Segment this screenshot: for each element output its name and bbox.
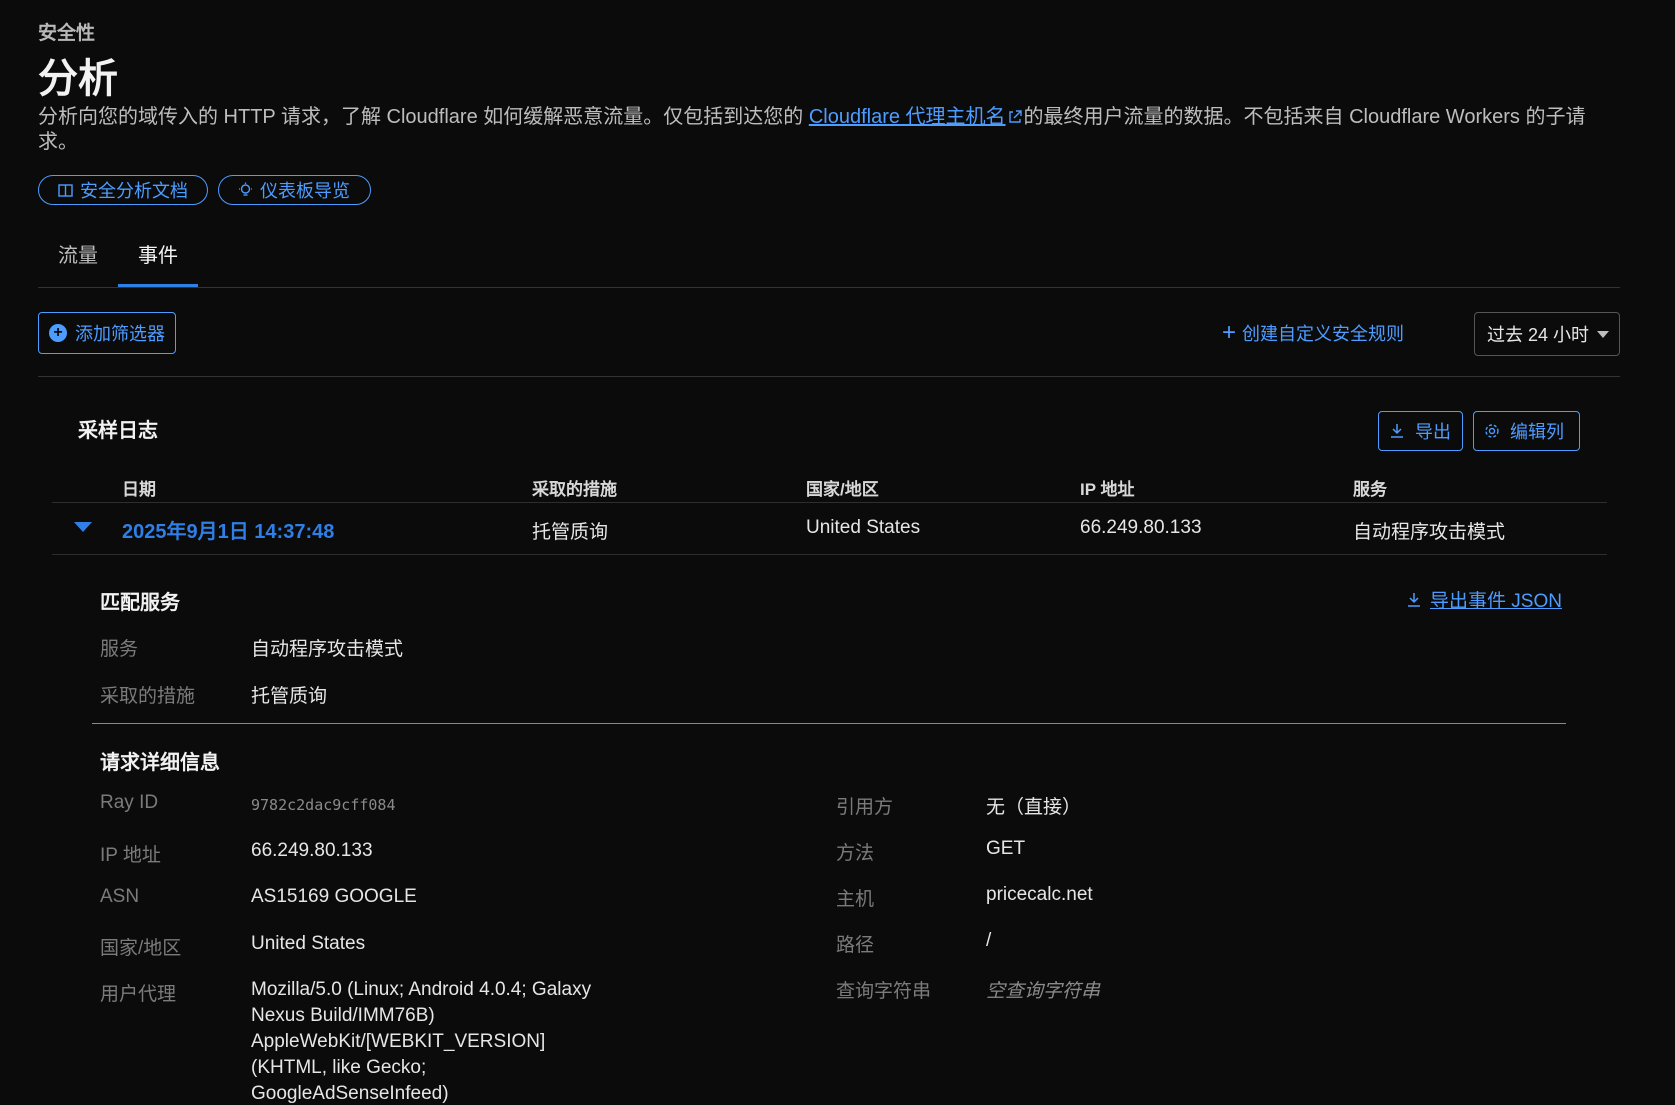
column-header-country[interactable]: 国家/地区 bbox=[806, 475, 879, 500]
sampled-logs-title: 采样日志 bbox=[78, 420, 158, 442]
security-analytics-page: 安全性 分析 分析向您的域传入的 HTTP 请求，了解 Cloudflare 如… bbox=[0, 0, 1675, 1105]
external-link-icon bbox=[1008, 110, 1022, 123]
matched-services-title: 匹配服务 bbox=[100, 592, 180, 614]
tab-events[interactable]: 事件 bbox=[118, 235, 198, 287]
export-button[interactable]: 导出 bbox=[1378, 411, 1463, 451]
page-title: 分析 bbox=[38, 57, 118, 101]
row-divider bbox=[52, 554, 1607, 555]
row-ip: 66.249.80.133 bbox=[1080, 517, 1202, 538]
path-label: 路径 bbox=[836, 935, 875, 956]
proxied-hostnames-link[interactable]: Cloudflare 代理主机名 bbox=[809, 106, 1006, 128]
method-label: 方法 bbox=[836, 843, 875, 864]
row-country: United States bbox=[806, 517, 921, 538]
asn-value: AS15169 GOOGLE bbox=[251, 886, 417, 907]
ray-id-value: 9782c2dac9cff084 bbox=[251, 796, 396, 814]
dashboard-tour-button[interactable]: 仪表板导览 bbox=[218, 175, 371, 205]
table-header-divider bbox=[52, 502, 1607, 503]
method-value: GET bbox=[986, 838, 1026, 859]
matched-action-value: 托管质询 bbox=[251, 686, 328, 707]
asn-label: ASN bbox=[100, 886, 140, 907]
chevron-down-icon bbox=[1597, 331, 1609, 338]
column-header-ip[interactable]: IP 地址 bbox=[1080, 475, 1134, 500]
country-label: 国家/地区 bbox=[100, 938, 182, 959]
book-icon bbox=[58, 183, 73, 197]
query-string-value: 空查询字符串 bbox=[986, 981, 1101, 1002]
gear-icon bbox=[1485, 424, 1499, 438]
plus-icon: + bbox=[1222, 319, 1237, 346]
time-range-select[interactable]: 过去 24 小时 bbox=[1474, 312, 1620, 356]
lightbulb-icon bbox=[239, 182, 252, 196]
row-date[interactable]: 2025年9月1日 14:37:48 bbox=[122, 515, 334, 544]
column-header-service[interactable]: 服务 bbox=[1353, 475, 1387, 500]
ray-id-label: Ray ID bbox=[100, 792, 159, 813]
create-custom-rule-link[interactable]: + 创建自定义安全规则 bbox=[1222, 320, 1404, 346]
plus-circle-icon: + bbox=[49, 324, 67, 342]
user-agent-value: Mozilla/5.0 (Linux; Android 4.0.4; Galax… bbox=[251, 979, 592, 1104]
user-agent-label: 用户代理 bbox=[100, 984, 177, 1005]
section-eyebrow: 安全性 bbox=[38, 23, 96, 44]
add-filter-button[interactable]: + 添加筛选器 bbox=[38, 312, 176, 354]
download-icon bbox=[1408, 592, 1420, 607]
ip-label: IP 地址 bbox=[100, 845, 161, 866]
ip-value: 66.249.80.133 bbox=[251, 840, 373, 861]
matched-service-label: 服务 bbox=[100, 639, 139, 660]
collapse-row-icon[interactable] bbox=[74, 522, 92, 532]
analytics-tabs: 流量 事件 bbox=[38, 235, 1620, 288]
export-event-json-link[interactable]: 导出事件 JSON bbox=[1406, 586, 1562, 613]
security-docs-button[interactable]: 安全分析文档 bbox=[38, 175, 208, 205]
referer-label: 引用方 bbox=[836, 797, 894, 818]
divider bbox=[38, 376, 1620, 377]
query-string-label: 查询字符串 bbox=[836, 981, 932, 1002]
host-label: 主机 bbox=[836, 889, 875, 910]
row-action: 托管质询 bbox=[532, 522, 609, 543]
matched-service-value: 自动程序攻击模式 bbox=[251, 639, 404, 660]
download-icon bbox=[1391, 424, 1403, 438]
column-header-date[interactable]: 日期 bbox=[122, 475, 156, 500]
host-value: pricecalc.net bbox=[986, 884, 1093, 905]
page-description: 分析向您的域传入的 HTTP 请求，了解 Cloudflare 如何缓解恶意流量… bbox=[38, 105, 1618, 155]
referer-value: 无（直接） bbox=[986, 797, 1082, 818]
column-header-action[interactable]: 采取的措施 bbox=[532, 475, 617, 500]
country-value: United States bbox=[251, 933, 366, 954]
row-service: 自动程序攻击模式 bbox=[1353, 522, 1506, 543]
desc-text: 分析向您的域传入的 HTTP 请求，了解 Cloudflare 如何缓解恶意流量… bbox=[38, 106, 809, 128]
edit-columns-button[interactable]: 编辑列 bbox=[1473, 411, 1580, 451]
request-details-title: 请求详细信息 bbox=[100, 752, 220, 774]
tab-traffic[interactable]: 流量 bbox=[38, 235, 118, 287]
matched-action-label: 采取的措施 bbox=[100, 686, 196, 707]
section-divider bbox=[92, 723, 1566, 724]
path-value: / bbox=[986, 930, 992, 951]
